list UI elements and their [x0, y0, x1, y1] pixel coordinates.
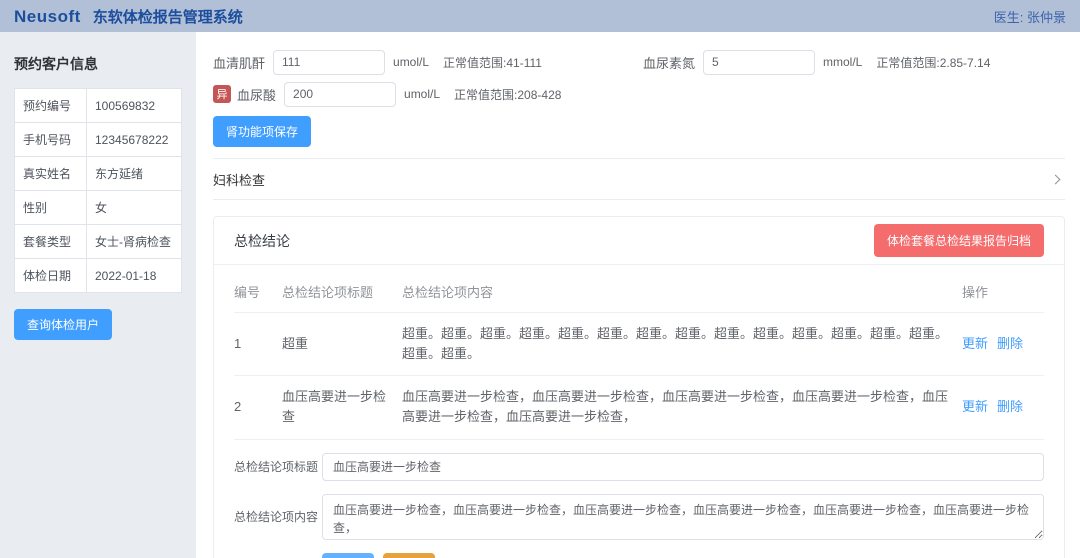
row-actions: 更新删除	[962, 376, 1044, 439]
collapse-title: 妇科检查	[213, 170, 265, 189]
table-row: 体检日期 2022-01-18	[15, 259, 182, 293]
row-no: 1	[234, 313, 282, 376]
conclusion-panel-body: 编号 总检结论项标题 总检结论项内容 操作 1 超重 超重。超重。超重。超重。超…	[214, 265, 1064, 558]
field-label: 预约编号	[15, 89, 87, 123]
table-row: 1 超重 超重。超重。超重。超重。超重。超重。超重。超重。超重。超重。超重。超重…	[234, 313, 1044, 376]
table-header-row: 编号 总检结论项标题 总检结论项内容 操作	[234, 271, 1044, 313]
conclusion-panel-header: 总检结论 体检套餐总检结果报告归档	[214, 217, 1064, 265]
conclusion-content-label: 总检结论项内容	[234, 508, 322, 525]
field-value: 东方延绪	[87, 157, 182, 191]
main-content: 血清肌酐 umol/L 正常值范围:41-111 血尿素氮 mmol/L 正常值…	[196, 32, 1080, 558]
exam-item-blood-urea-nitrogen: 血尿素氮 mmol/L 正常值范围:2.85-7.14	[643, 49, 1065, 75]
exam-item-label: 血清肌酐	[213, 53, 265, 72]
exam-item-range: 正常值范围:2.85-7.14	[876, 54, 990, 71]
blood-urea-nitrogen-input[interactable]	[703, 50, 815, 75]
col-header-content: 总检结论项内容	[402, 271, 962, 313]
exam-item-unit: umol/L	[393, 55, 429, 69]
panel-title: 总检结论	[234, 231, 290, 251]
conclusion-content-textarea[interactable]: 血压高要进一步检查，血压高要进一步检查，血压高要进一步检查，血压高要进一步检查，…	[322, 494, 1044, 540]
serum-creatinine-input[interactable]	[273, 50, 385, 75]
exam-item-range: 正常值范围:41-111	[443, 54, 542, 71]
brand-logo: Neusoft	[14, 7, 81, 27]
row-title: 超重	[282, 313, 402, 376]
row-actions: 更新删除	[962, 313, 1044, 376]
field-label: 体检日期	[15, 259, 87, 293]
table-row: 2 血压高要进一步检查 血压高要进一步检查，血压高要进一步检查，血压高要进一步检…	[234, 376, 1044, 439]
delete-link[interactable]: 删除	[997, 399, 1023, 414]
col-header-no: 编号	[234, 271, 282, 313]
field-value: 女士-肾病检查	[87, 225, 182, 259]
row-content: 血压高要进一步检查，血压高要进一步检查，血压高要进一步检查，血压高要进一步检查，…	[402, 376, 962, 439]
table-row: 性别 女	[15, 191, 182, 225]
row-title: 血压高要进一步检查	[282, 376, 402, 439]
exam-form: 血清肌酐 umol/L 正常值范围:41-111 血尿素氮 mmol/L 正常值…	[213, 49, 1065, 107]
table-row: 预约编号 100569832	[15, 89, 182, 123]
table-row: 套餐类型 女士-肾病检查	[15, 225, 182, 259]
exam-item-serum-creatinine: 血清肌酐 umol/L 正常值范围:41-111	[213, 49, 643, 75]
conclusion-form-actions: 添加 清空	[322, 553, 1044, 558]
field-label: 性别	[15, 191, 87, 225]
exam-item-label: 血尿酸	[237, 85, 276, 104]
conclusion-title-input[interactable]	[322, 453, 1044, 481]
conclusion-title-row: 总检结论项标题	[234, 453, 1044, 481]
app-header: Neusoft 东软体检报告管理系统 医生: 张仲景	[0, 0, 1080, 32]
header-brand-group: Neusoft 东软体检报告管理系统	[14, 6, 243, 27]
exam-item-unit: mmol/L	[823, 55, 862, 69]
exam-item-unit: umol/L	[404, 87, 440, 101]
gynecology-collapse-header[interactable]: 妇科检查	[213, 158, 1065, 200]
update-link[interactable]: 更新	[962, 336, 988, 351]
conclusion-title-label: 总检结论项标题	[234, 458, 322, 475]
sidebar: 预约客户信息 预约编号 100569832 手机号码 12345678222 真…	[0, 32, 196, 558]
field-label: 手机号码	[15, 123, 87, 157]
field-value: 2022-01-18	[87, 259, 182, 293]
field-value: 女	[87, 191, 182, 225]
doctor-info: 医生: 张仲景	[994, 7, 1066, 26]
query-user-button[interactable]: 查询体检用户	[14, 309, 112, 340]
row-content: 超重。超重。超重。超重。超重。超重。超重。超重。超重。超重。超重。超重。超重。超…	[402, 313, 962, 376]
exam-item-blood-uric-acid: 异 血尿酸 umol/L 正常值范围:208-428	[213, 81, 643, 107]
conclusion-table: 编号 总检结论项标题 总检结论项内容 操作 1 超重 超重。超重。超重。超重。超…	[234, 271, 1044, 440]
field-value: 12345678222	[87, 123, 182, 157]
sidebar-title: 预约客户信息	[14, 54, 182, 74]
table-row: 真实姓名 东方延绪	[15, 157, 182, 191]
field-label: 套餐类型	[15, 225, 87, 259]
chevron-right-icon	[1051, 174, 1061, 184]
table-row: 手机号码 12345678222	[15, 123, 182, 157]
archive-report-button[interactable]: 体检套餐总检结果报告归档	[874, 224, 1044, 257]
app-title: 东软体检报告管理系统	[93, 6, 243, 27]
clear-button[interactable]: 清空	[383, 553, 435, 558]
col-header-actions: 操作	[962, 271, 1044, 313]
row-no: 2	[234, 376, 282, 439]
add-button[interactable]: 添加	[322, 553, 374, 558]
field-label: 真实姓名	[15, 157, 87, 191]
update-link[interactable]: 更新	[962, 399, 988, 414]
delete-link[interactable]: 删除	[997, 336, 1023, 351]
abnormal-badge: 异	[213, 85, 231, 103]
renal-function-save-button[interactable]: 肾功能项保存	[213, 116, 311, 147]
conclusion-panel: 总检结论 体检套餐总检结果报告归档 编号 总检结论项标题 总检结论项内容 操作	[213, 216, 1065, 558]
col-header-title: 总检结论项标题	[282, 271, 402, 313]
field-value: 100569832	[87, 89, 182, 123]
exam-item-label: 血尿素氮	[643, 53, 695, 72]
conclusion-content-row: 总检结论项内容 血压高要进一步检查，血压高要进一步检查，血压高要进一步检查，血压…	[234, 494, 1044, 540]
blood-uric-acid-input[interactable]	[284, 82, 396, 107]
exam-item-range: 正常值范围:208-428	[454, 86, 561, 103]
customer-info-table: 预约编号 100569832 手机号码 12345678222 真实姓名 东方延…	[14, 88, 182, 293]
